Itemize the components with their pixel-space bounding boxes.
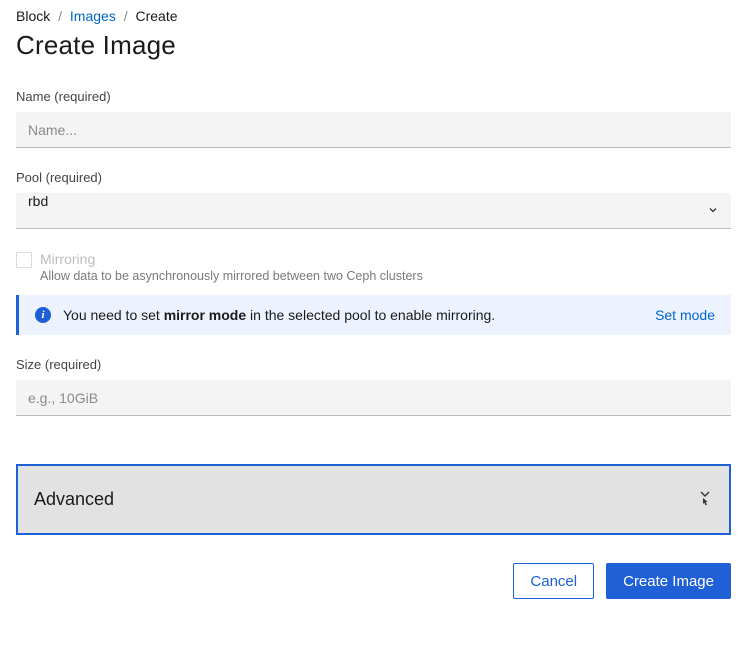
size-input[interactable]	[16, 380, 731, 416]
mirroring-info-text: You need to set mirror mode in the selec…	[63, 307, 643, 323]
size-label: Size (required)	[16, 357, 731, 372]
info-icon: i	[35, 307, 51, 323]
breadcrumb: Block / Images / Create	[16, 8, 731, 24]
mirroring-info-banner: i You need to set mirror mode in the sel…	[16, 295, 731, 335]
name-label: Name (required)	[16, 89, 731, 104]
field-name: Name (required)	[16, 89, 731, 148]
info-text-post: in the selected pool to enable mirroring…	[246, 307, 495, 323]
info-text-pre: You need to set	[63, 307, 164, 323]
pool-label: Pool (required)	[16, 170, 731, 185]
mirroring-checkbox	[16, 252, 32, 268]
chevron-down-icon	[697, 488, 713, 511]
breadcrumb-item-create: Create	[136, 8, 178, 24]
mirroring-description: Allow data to be asynchronously mirrored…	[40, 269, 423, 283]
name-input[interactable]	[16, 112, 731, 148]
set-mode-link[interactable]: Set mode	[655, 307, 715, 323]
field-mirroring: Mirroring Allow data to be asynchronousl…	[16, 251, 731, 335]
breadcrumb-separator: /	[58, 8, 62, 24]
advanced-panel-toggle[interactable]: Advanced	[16, 464, 731, 535]
breadcrumb-item-images[interactable]: Images	[70, 8, 116, 24]
pool-select[interactable]: rbd	[16, 193, 731, 229]
mirroring-title: Mirroring	[40, 251, 423, 267]
create-image-button[interactable]: Create Image	[606, 563, 731, 599]
page-title: Create Image	[16, 30, 731, 61]
form-actions: Cancel Create Image	[16, 563, 731, 599]
cancel-button[interactable]: Cancel	[513, 563, 594, 599]
info-text-bold: mirror mode	[164, 307, 246, 323]
field-pool: Pool (required) rbd	[16, 170, 731, 229]
breadcrumb-item-block[interactable]: Block	[16, 8, 50, 24]
field-size: Size (required)	[16, 357, 731, 416]
breadcrumb-separator: /	[124, 8, 128, 24]
advanced-title: Advanced	[34, 489, 114, 510]
